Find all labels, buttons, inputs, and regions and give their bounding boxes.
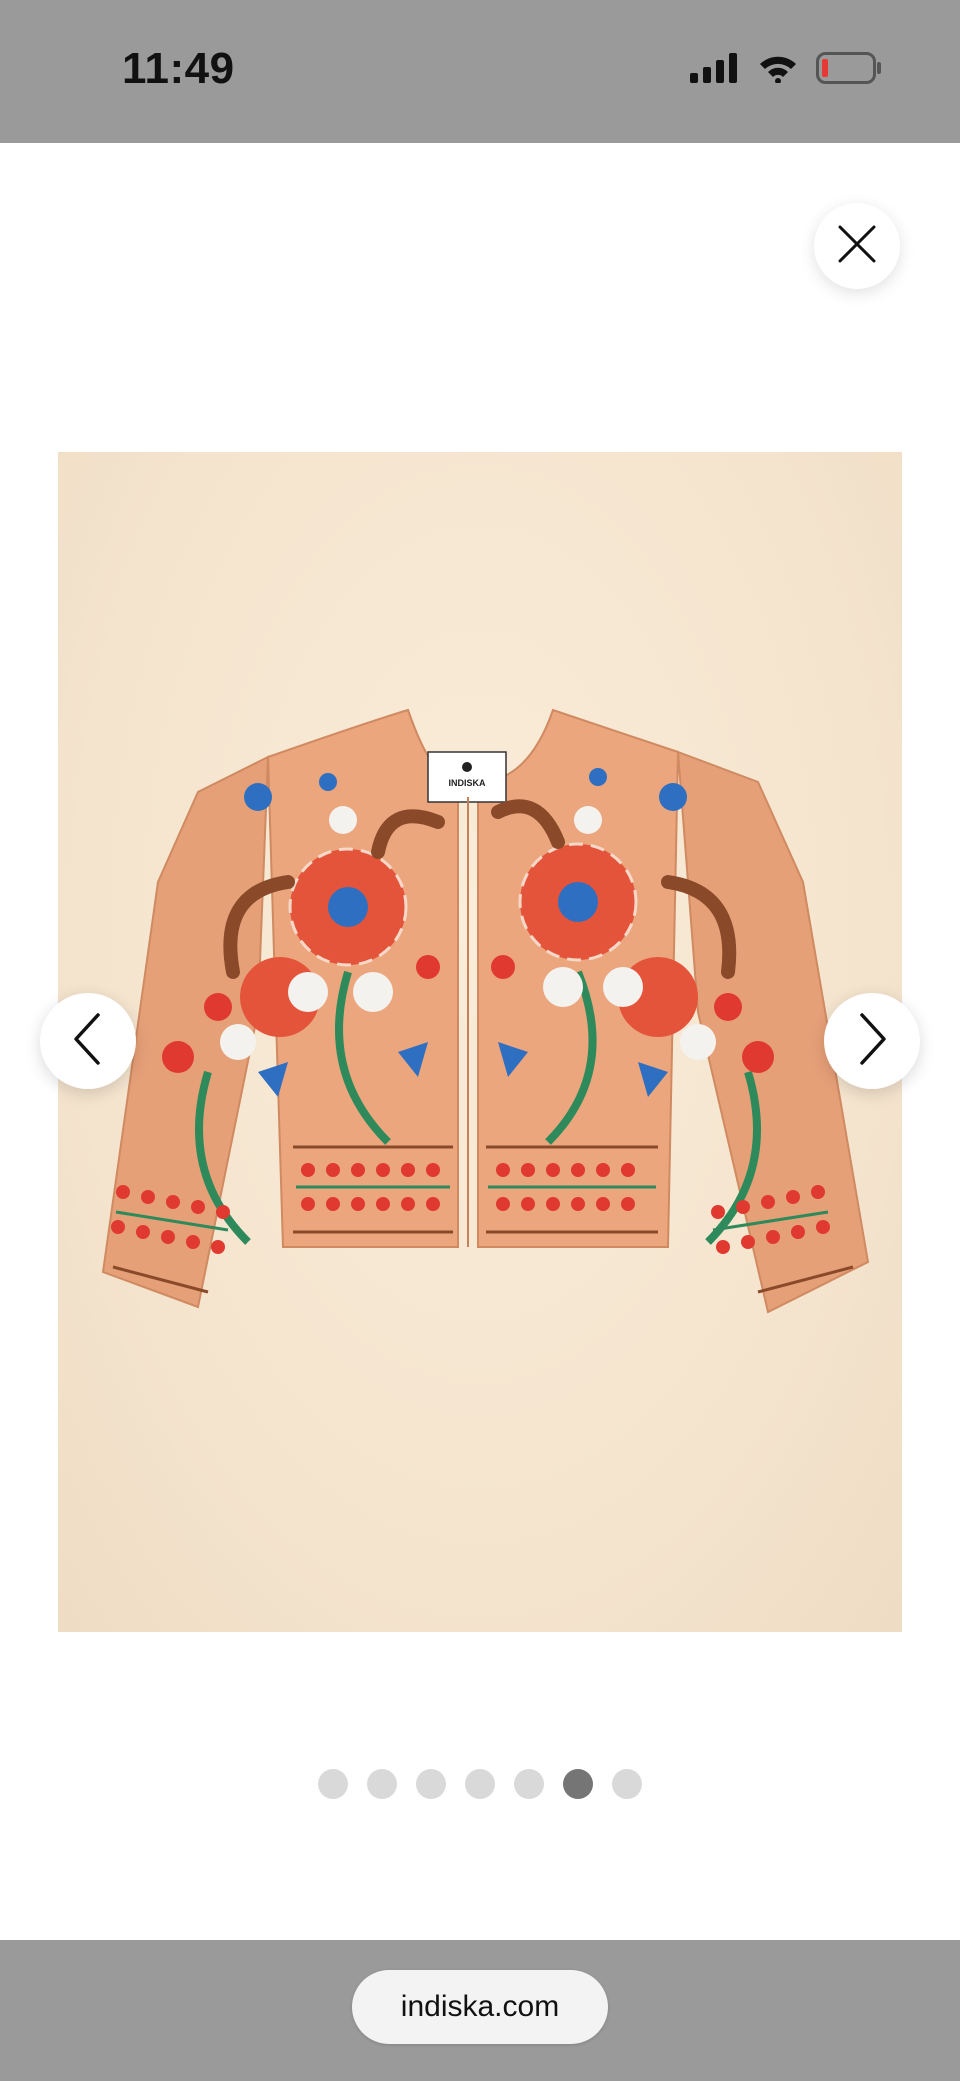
pagination-dot[interactable] (514, 1769, 544, 1799)
status-icons (690, 52, 882, 84)
wifi-icon (758, 53, 798, 83)
close-button[interactable] (814, 203, 900, 289)
product-image: INDISKA (58, 452, 902, 1632)
close-icon (837, 224, 877, 269)
browser-bottom-bar: indiska.com (0, 1940, 960, 2081)
next-image-button[interactable] (824, 993, 920, 1089)
status-bar: 11:49 (0, 0, 960, 143)
pagination-dots (0, 1769, 960, 1799)
pagination-dot[interactable] (318, 1769, 348, 1799)
url-bar[interactable]: indiska.com (352, 1970, 608, 2044)
pagination-dot[interactable] (367, 1769, 397, 1799)
chevron-left-icon (70, 1011, 106, 1072)
pagination-dot[interactable] (612, 1769, 642, 1799)
signal-icon (690, 53, 740, 83)
battery-low-icon (816, 52, 882, 84)
status-time: 11:49 (122, 44, 235, 93)
pagination-dot[interactable] (416, 1769, 446, 1799)
chevron-right-icon (854, 1011, 890, 1072)
jacket-illustration: INDISKA (101, 708, 870, 1314)
pagination-dot-active[interactable] (563, 1769, 593, 1799)
jacket-label-text: INDISKA (448, 778, 486, 788)
pagination-dot[interactable] (465, 1769, 495, 1799)
previous-image-button[interactable] (40, 993, 136, 1089)
